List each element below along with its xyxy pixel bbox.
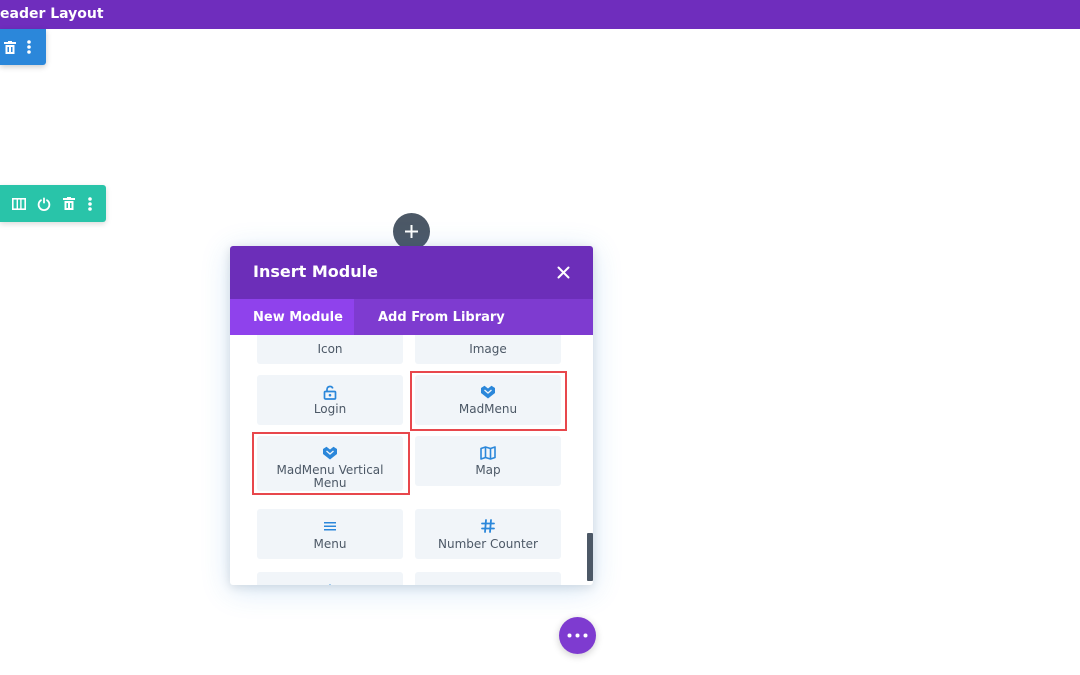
layout-title: eader Layout	[0, 6, 104, 22]
modal-title: Insert Module	[253, 262, 378, 281]
module-madmenu[interactable]: MadMenu	[415, 375, 561, 425]
trash-icon[interactable]	[62, 185, 76, 222]
module-login[interactable]: Login	[257, 375, 403, 425]
module-next[interactable]	[257, 572, 403, 585]
section-label-bar: eader Layout	[0, 0, 1080, 29]
module-madmenu-vertical-menu[interactable]: MadMenu Vertical Menu	[257, 436, 403, 491]
module-number-counter[interactable]: Number Counter	[415, 509, 561, 559]
madmenu-logo-icon	[320, 443, 340, 463]
menu-icon	[320, 516, 340, 536]
page-settings-button[interactable]	[559, 617, 596, 654]
module-label: Map	[475, 463, 501, 477]
close-icon[interactable]	[553, 262, 573, 282]
module-list[interactable]: Icon Image Login MadMenu MadMenu Vertica…	[230, 335, 593, 585]
module-map[interactable]: Map	[415, 436, 561, 486]
insert-module-modal: Insert Module New Module Add From Librar…	[230, 246, 593, 585]
hash-icon	[478, 516, 498, 536]
module-image[interactable]: Image	[415, 335, 561, 364]
map-icon	[478, 443, 498, 463]
module-label: Number Counter	[438, 537, 538, 551]
section-toolbar	[0, 29, 46, 65]
power-icon[interactable]	[36, 185, 52, 222]
row-toolbar	[0, 185, 106, 222]
trash-icon[interactable]	[3, 29, 17, 65]
madmenu-logo-icon	[478, 382, 498, 402]
module-menu[interactable]: Menu	[257, 509, 403, 559]
unlock-icon	[320, 382, 340, 402]
module-label: Icon	[317, 342, 343, 356]
tab-add-from-library[interactable]: Add From Library	[354, 299, 514, 335]
tab-new-module[interactable]: New Module	[230, 299, 354, 335]
more-vertical-icon[interactable]	[84, 185, 96, 222]
drop-icon	[320, 578, 340, 585]
modal-tabs: New Module Add From Library	[230, 299, 593, 335]
module-label: MadMenu	[458, 402, 518, 416]
builder-canvas: eader Layout Insert Module New Module Ad…	[0, 0, 1080, 675]
module-label: MadMenu Vertical Menu	[276, 463, 384, 490]
module-icon[interactable]: Icon	[257, 335, 403, 364]
module-label: Image	[469, 342, 507, 356]
columns-icon[interactable]	[11, 185, 27, 222]
modal-header: Insert Module	[230, 246, 593, 299]
module-label: Login	[313, 402, 347, 416]
tab-label: Add From Library	[378, 309, 505, 325]
more-vertical-icon[interactable]	[23, 29, 35, 65]
add-module-button[interactable]	[393, 213, 430, 250]
module-list-scrollbar[interactable]	[587, 533, 593, 581]
tab-label: New Module	[253, 309, 343, 325]
module-next[interactable]	[415, 572, 561, 585]
module-label: Menu	[313, 537, 347, 551]
